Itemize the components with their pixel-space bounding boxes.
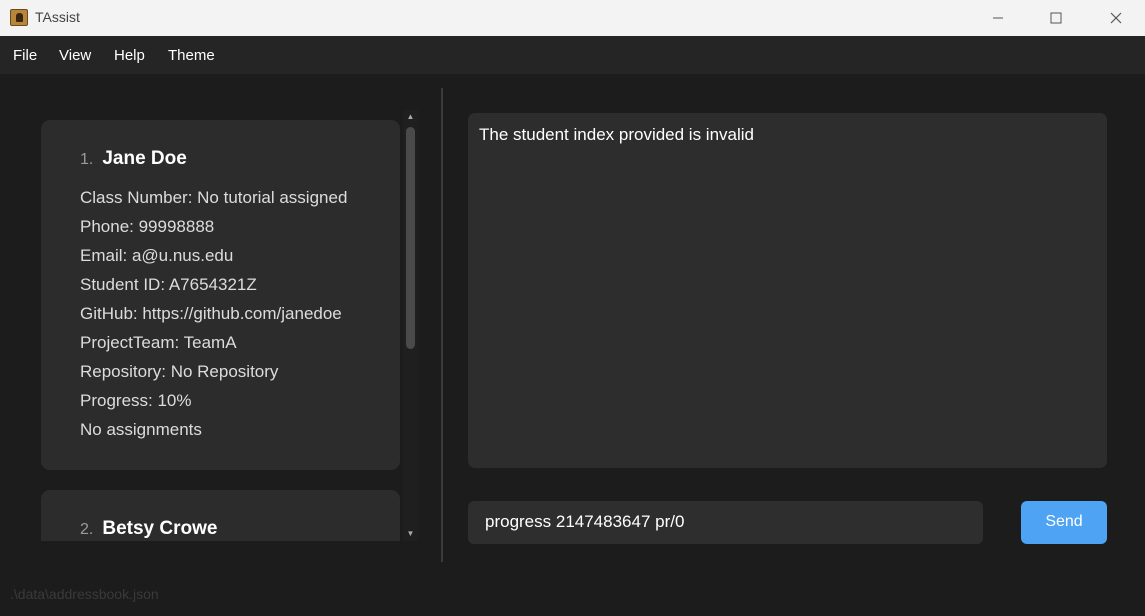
- menu-help[interactable]: Help: [114, 47, 145, 64]
- student-card[interactable]: 2. Betsy Crowe: [41, 490, 400, 541]
- student-index: 1.: [80, 151, 94, 168]
- menu-file[interactable]: File: [13, 47, 37, 64]
- class-number: Class Number: No tutorial assigned: [80, 188, 348, 207]
- close-button[interactable]: [1087, 0, 1145, 36]
- app-icon: [10, 9, 28, 26]
- menu-bar: File View Help Theme: [0, 36, 1145, 74]
- result-display: The student index provided is invalid: [468, 113, 1107, 468]
- project-team: ProjectTeam: TeamA: [80, 333, 237, 352]
- assignments: No assignments: [80, 420, 202, 439]
- progress: Progress: 10%: [80, 391, 192, 410]
- list-scrollbar[interactable]: ▲ ▼: [403, 110, 418, 541]
- student-index: 2.: [80, 521, 94, 538]
- minimize-button[interactable]: [969, 0, 1027, 36]
- student-name: Jane Doe: [102, 148, 187, 169]
- menu-theme[interactable]: Theme: [168, 47, 215, 64]
- menu-view[interactable]: View: [59, 47, 91, 64]
- scroll-down-icon[interactable]: ▼: [403, 527, 418, 541]
- send-button[interactable]: Send: [1021, 501, 1107, 544]
- minimize-icon: [993, 17, 1003, 19]
- card-header: 2. Betsy Crowe: [80, 518, 217, 540]
- scroll-thumb[interactable]: [406, 127, 415, 349]
- maximize-icon: [1050, 12, 1062, 24]
- student-id: Student ID: A7654321Z: [80, 275, 257, 294]
- student-details: Class Number: No tutorial assigned Phone…: [80, 186, 347, 447]
- email: Email: a@u.nus.edu: [80, 246, 234, 265]
- repository: Repository: No Repository: [80, 362, 279, 381]
- github: GitHub: https://github.com/janedoe: [80, 304, 342, 323]
- card-header: 1. Jane Doe: [80, 148, 187, 170]
- title-bar: TAssist: [0, 0, 1145, 36]
- window-title: TAssist: [35, 9, 80, 25]
- maximize-button[interactable]: [1027, 0, 1085, 36]
- student-list[interactable]: 1. Jane Doe Class Number: No tutorial as…: [41, 110, 421, 541]
- status-bar-path: .\data\addressbook.json: [10, 586, 159, 602]
- student-card[interactable]: 1. Jane Doe Class Number: No tutorial as…: [41, 120, 400, 470]
- split-divider[interactable]: [441, 88, 443, 562]
- phone: Phone: 99998888: [80, 217, 215, 236]
- student-name: Betsy Crowe: [102, 518, 218, 539]
- close-icon: [1110, 12, 1122, 24]
- command-input[interactable]: progress 2147483647 pr/0: [468, 501, 983, 544]
- scroll-up-icon[interactable]: ▲: [403, 110, 418, 124]
